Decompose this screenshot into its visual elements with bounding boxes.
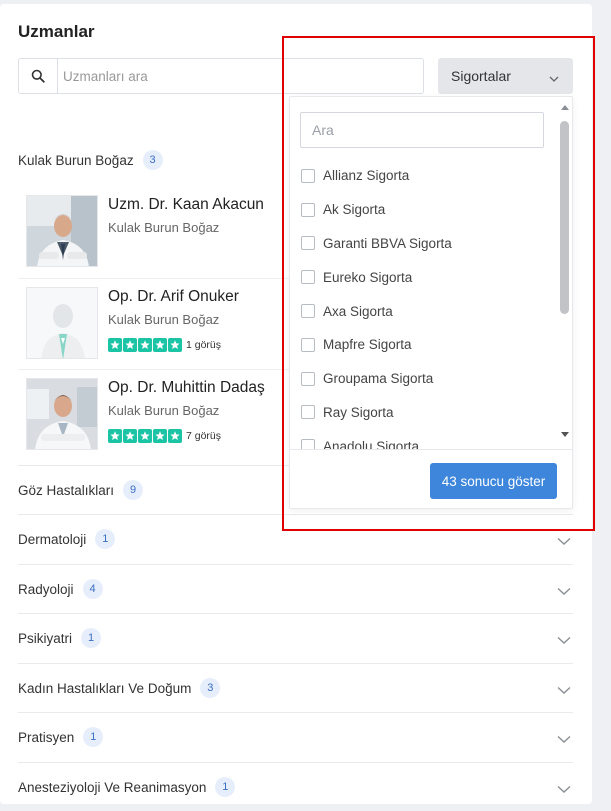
dropdown-search-box[interactable] xyxy=(300,112,544,148)
option-label: Ak Sigorta xyxy=(323,202,386,218)
category-name: Anesteziyoloji Ve Reanimasyon xyxy=(18,779,207,795)
insurance-option[interactable]: Groupama Sigorta xyxy=(290,362,558,396)
page-title: Uzmanlar xyxy=(18,22,95,41)
insurance-dropdown: Allianz Sigorta Ak Sigorta Garanti BBVA … xyxy=(289,96,573,509)
chevron-down-icon xyxy=(557,534,571,549)
review-count[interactable]: 1 görüş xyxy=(186,339,221,351)
star-icon xyxy=(168,338,182,352)
doctor-avatar-placeholder xyxy=(26,287,98,359)
category-row-kadin-hastaliklari[interactable]: Kadın Hastalıkları Ve Doğum 3 xyxy=(18,663,573,712)
review-count[interactable]: 7 görüş xyxy=(186,430,221,442)
search-icon xyxy=(19,59,58,93)
insurance-filter-button[interactable]: Sigortalar xyxy=(438,58,573,94)
insurance-option[interactable]: Axa Sigorta xyxy=(290,294,558,328)
category-count-badge: 3 xyxy=(200,678,221,698)
checkbox[interactable] xyxy=(301,337,315,352)
category-count-badge: 1 xyxy=(83,727,104,747)
doctor-name[interactable]: Op. Dr. Muhittin Dadaş xyxy=(108,379,265,397)
insurance-option[interactable]: Garanti BBVA Sigorta xyxy=(290,227,558,261)
doctor-specialty: Kulak Burun Boğaz xyxy=(108,220,220,235)
star-icon xyxy=(138,429,152,443)
category-count-badge: 1 xyxy=(215,777,236,797)
category-name: Kadın Hastalıkları Ve Doğum xyxy=(18,680,192,696)
category-count-badge: 3 xyxy=(142,150,163,170)
checkbox[interactable] xyxy=(301,270,315,285)
search-box[interactable] xyxy=(18,58,424,94)
star-icon xyxy=(123,429,137,443)
option-label: Axa Sigorta xyxy=(323,303,393,319)
star-icon xyxy=(138,338,152,352)
chevron-down-icon xyxy=(557,584,571,599)
category-name: Radyoloji xyxy=(18,581,74,597)
doctor-avatar xyxy=(26,378,98,450)
doctor-specialty: Kulak Burun Boğaz xyxy=(108,312,220,327)
doctor-specialty: Kulak Burun Boğaz xyxy=(108,403,220,418)
option-label: Eureko Sigorta xyxy=(323,269,413,285)
scrollbar-thumb[interactable] xyxy=(560,121,569,314)
dropdown-search-input[interactable] xyxy=(301,113,543,147)
chevron-down-icon xyxy=(557,633,571,648)
star-icon xyxy=(123,338,137,352)
option-label: Garanti BBVA Sigorta xyxy=(323,235,452,251)
category-row-dermatoloji[interactable]: Dermatoloji 1 xyxy=(18,514,573,563)
insurance-options-list: Allianz Sigorta Ak Sigorta Garanti BBVA … xyxy=(290,159,558,449)
checkbox[interactable] xyxy=(301,304,315,319)
checkbox[interactable] xyxy=(301,371,315,386)
insurance-option[interactable]: Eureko Sigorta xyxy=(290,260,558,294)
category-count-badge: 9 xyxy=(123,480,144,500)
scroll-up-arrow-icon[interactable] xyxy=(561,105,569,110)
option-label: Anadolu Sigorta xyxy=(323,438,420,449)
checkbox[interactable] xyxy=(301,439,315,449)
experts-panel: Uzmanlar Sigortalar Kulak Burun Boğaz 3 xyxy=(0,4,592,804)
checkbox[interactable] xyxy=(301,236,315,251)
category-row-pratisyen[interactable]: Pratisyen 1 xyxy=(18,712,573,761)
doctor-name[interactable]: Uzm. Dr. Kaan Akacun xyxy=(108,196,264,214)
chevron-down-icon xyxy=(549,70,559,86)
category-header-kulak-burun-bogaz[interactable]: Kulak Burun Boğaz 3 xyxy=(18,150,163,170)
checkbox[interactable] xyxy=(301,168,315,183)
insurance-option[interactable]: Ak Sigorta xyxy=(290,193,558,227)
chevron-down-icon xyxy=(557,683,571,698)
dropdown-footer: 43 sonucu göster xyxy=(290,449,572,509)
checkbox[interactable] xyxy=(301,405,315,420)
scroll-down-arrow-icon[interactable] xyxy=(561,432,569,437)
category-name: Psikiyatri xyxy=(18,630,73,646)
option-label: Ray Sigorta xyxy=(323,404,394,420)
doctor-name[interactable]: Op. Dr. Arif Onuker xyxy=(108,288,239,306)
doctor-avatar xyxy=(26,195,98,267)
star-rating: 7 görüş xyxy=(108,429,221,443)
show-results-button[interactable]: 43 sonucu göster xyxy=(430,463,557,499)
insurance-option[interactable]: Anadolu Sigorta xyxy=(290,429,558,449)
search-input[interactable] xyxy=(59,59,419,93)
category-name: Pratisyen xyxy=(18,729,75,745)
option-label: Groupama Sigorta xyxy=(323,371,434,387)
insurance-option[interactable]: Allianz Sigorta xyxy=(290,159,558,193)
category-count-badge: 4 xyxy=(82,579,103,599)
insurance-filter-label: Sigortalar xyxy=(451,68,511,84)
checkbox[interactable] xyxy=(301,202,315,217)
star-icon xyxy=(168,429,182,443)
chevron-down-icon xyxy=(557,782,571,797)
star-icon xyxy=(108,429,122,443)
category-row-psikiyatri[interactable]: Psikiyatri 1 xyxy=(18,613,573,662)
option-label: Allianz Sigorta xyxy=(323,168,410,184)
star-icon xyxy=(153,429,167,443)
scrollbar[interactable] xyxy=(559,105,571,441)
category-row-radyoloji[interactable]: Radyoloji 4 xyxy=(18,564,573,613)
star-icon xyxy=(108,338,122,352)
category-count-badge: 1 xyxy=(81,628,102,648)
option-label: Mapfre Sigorta xyxy=(323,337,412,353)
category-name: Göz Hastalıkları xyxy=(18,482,115,498)
chevron-down-icon xyxy=(557,732,571,747)
category-name: Kulak Burun Boğaz xyxy=(18,152,134,168)
insurance-option[interactable]: Ray Sigorta xyxy=(290,396,558,430)
category-name: Dermatoloji xyxy=(18,531,87,547)
star-icon xyxy=(153,338,167,352)
insurance-option[interactable]: Mapfre Sigorta xyxy=(290,328,558,362)
category-count-badge: 1 xyxy=(95,529,116,549)
star-rating: 1 görüş xyxy=(108,338,221,352)
